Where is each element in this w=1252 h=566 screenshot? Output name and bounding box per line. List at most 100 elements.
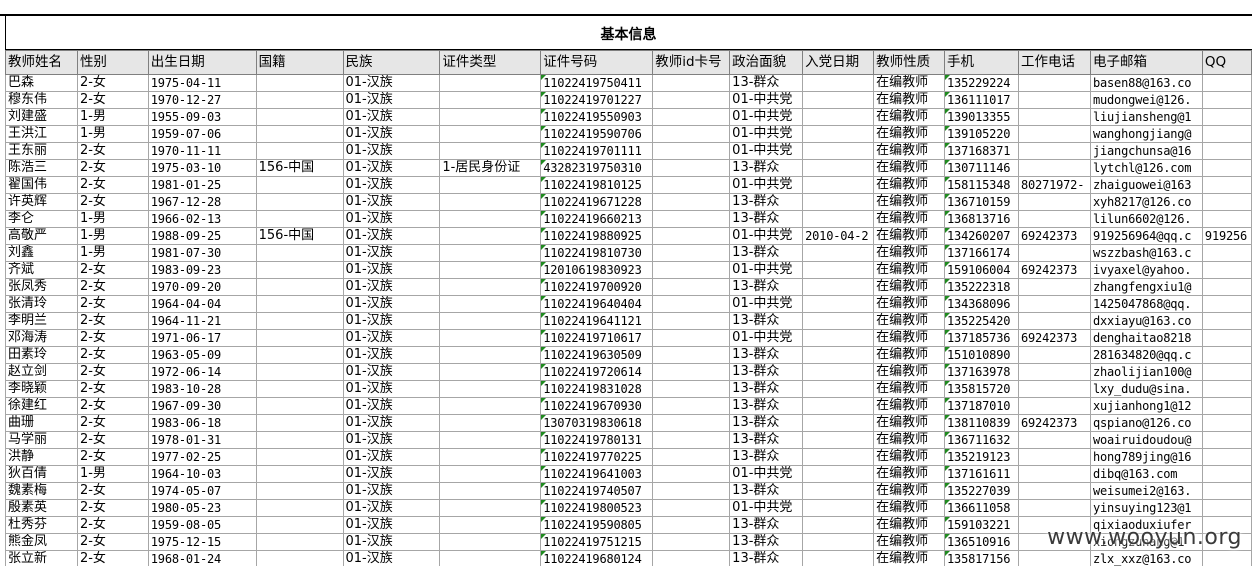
party-join-date-cell[interactable] xyxy=(802,499,875,517)
nationality-cell[interactable] xyxy=(255,91,344,109)
work-phone-cell[interactable] xyxy=(1018,159,1091,177)
header-nationality[interactable]: 国籍 xyxy=(255,50,344,75)
gender-cell[interactable]: 1-男 xyxy=(76,210,149,228)
nationality-cell[interactable] xyxy=(255,397,344,415)
gender-cell[interactable]: 2-女 xyxy=(76,516,149,534)
mobile-cell[interactable]: 136111017 xyxy=(944,91,1019,109)
qq-cell[interactable] xyxy=(1201,91,1252,109)
teacher-id-card-cell[interactable] xyxy=(652,533,731,551)
id-number-cell[interactable]: 11022419831028 xyxy=(540,380,654,398)
nationality-cell[interactable] xyxy=(255,363,344,381)
teacher-name-cell[interactable]: 翟国伟 xyxy=(5,176,78,194)
header-id-number[interactable]: 证件号码 xyxy=(540,50,654,75)
work-phone-cell[interactable]: 69242373 xyxy=(1018,261,1091,279)
id-number-cell[interactable]: 43282319750310 xyxy=(540,159,654,177)
teacher-id-card-cell[interactable] xyxy=(652,108,731,126)
nationality-cell[interactable] xyxy=(255,346,344,364)
teacher-name-cell[interactable]: 李明兰 xyxy=(5,312,78,330)
teacher-type-cell[interactable]: 在编教师 xyxy=(873,397,946,415)
id-type-cell[interactable] xyxy=(439,142,542,160)
id-type-cell[interactable] xyxy=(439,550,542,566)
ethnicity-cell[interactable]: 01-汉族 xyxy=(342,465,441,483)
nationality-cell[interactable] xyxy=(255,278,344,296)
teacher-id-card-cell[interactable] xyxy=(652,176,731,194)
teacher-type-cell[interactable]: 在编教师 xyxy=(873,295,946,313)
ethnicity-cell[interactable]: 01-汉族 xyxy=(342,125,441,143)
work-phone-cell[interactable] xyxy=(1018,312,1091,330)
email-cell[interactable]: zhaolijian100@ xyxy=(1089,363,1203,381)
work-phone-cell[interactable]: 69242373 xyxy=(1018,414,1091,432)
id-number-cell[interactable]: 11022419630509 xyxy=(540,346,654,364)
mobile-cell[interactable]: 136711632 xyxy=(944,431,1019,449)
nationality-cell[interactable] xyxy=(255,499,344,517)
email-cell[interactable]: wszzbash@163.c xyxy=(1089,244,1203,262)
gender-cell[interactable]: 2-女 xyxy=(76,482,149,500)
work-phone-cell[interactable] xyxy=(1018,448,1091,466)
birth-date-cell[interactable]: 1966-02-13 xyxy=(147,210,257,228)
email-cell[interactable]: jiangchunsa@16 xyxy=(1089,142,1203,160)
nationality-cell[interactable] xyxy=(255,516,344,534)
mobile-cell[interactable]: 135227039 xyxy=(944,482,1019,500)
ethnicity-cell[interactable]: 01-汉族 xyxy=(342,261,441,279)
teacher-name-cell[interactable]: 赵立剑 xyxy=(5,363,78,381)
ethnicity-cell[interactable]: 01-汉族 xyxy=(342,278,441,296)
ethnicity-cell[interactable]: 01-汉族 xyxy=(342,295,441,313)
mobile-cell[interactable]: 136611058 xyxy=(944,499,1019,517)
qq-cell[interactable] xyxy=(1201,74,1252,92)
political-status-cell[interactable]: 13-群众 xyxy=(729,244,804,262)
teacher-id-card-cell[interactable] xyxy=(652,397,731,415)
email-cell[interactable]: ivyaxel@yahoo. xyxy=(1089,261,1203,279)
id-type-cell[interactable] xyxy=(439,346,542,364)
party-join-date-cell[interactable] xyxy=(802,482,875,500)
party-join-date-cell[interactable] xyxy=(802,244,875,262)
teacher-id-card-cell[interactable] xyxy=(652,261,731,279)
qq-cell[interactable] xyxy=(1201,329,1252,347)
qq-cell[interactable] xyxy=(1201,550,1252,566)
political-status-cell[interactable]: 01-中共党 xyxy=(729,91,804,109)
id-type-cell[interactable] xyxy=(439,414,542,432)
work-phone-cell[interactable] xyxy=(1018,482,1091,500)
merged-title-cell[interactable]: 基本信息 xyxy=(5,16,1252,50)
id-number-cell[interactable]: 11022419590805 xyxy=(540,516,654,534)
email-cell[interactable]: xyh8217@126.co xyxy=(1089,193,1203,211)
birth-date-cell[interactable]: 1968-01-24 xyxy=(147,550,257,566)
political-status-cell[interactable]: 13-群众 xyxy=(729,210,804,228)
id-type-cell[interactable] xyxy=(439,193,542,211)
mobile-cell[interactable]: 135219123 xyxy=(944,448,1019,466)
email-cell[interactable]: hong789jing@16 xyxy=(1089,448,1203,466)
teacher-type-cell[interactable]: 在编教师 xyxy=(873,516,946,534)
id-number-cell[interactable]: 11022419810730 xyxy=(540,244,654,262)
ethnicity-cell[interactable]: 01-汉族 xyxy=(342,91,441,109)
qq-cell[interactable] xyxy=(1201,380,1252,398)
qq-cell[interactable] xyxy=(1201,159,1252,177)
party-join-date-cell[interactable] xyxy=(802,380,875,398)
nationality-cell[interactable] xyxy=(255,142,344,160)
teacher-id-card-cell[interactable] xyxy=(652,550,731,566)
mobile-cell[interactable]: 130711146 xyxy=(944,159,1019,177)
work-phone-cell[interactable] xyxy=(1018,210,1091,228)
id-type-cell[interactable] xyxy=(439,363,542,381)
political-status-cell[interactable]: 01-中共党 xyxy=(729,329,804,347)
qq-cell[interactable]: 919256 xyxy=(1201,227,1252,245)
ethnicity-cell[interactable]: 01-汉族 xyxy=(342,516,441,534)
header-work-phone[interactable]: 工作电话 xyxy=(1018,50,1091,75)
political-status-cell[interactable]: 13-群众 xyxy=(729,380,804,398)
nationality-cell[interactable] xyxy=(255,108,344,126)
id-number-cell[interactable]: 12010619830923 xyxy=(540,261,654,279)
email-cell[interactable]: 1425047868@qq. xyxy=(1089,295,1203,313)
political-status-cell[interactable]: 13-群众 xyxy=(729,312,804,330)
teacher-type-cell[interactable]: 在编教师 xyxy=(873,363,946,381)
birth-date-cell[interactable]: 1967-09-30 xyxy=(147,397,257,415)
teacher-id-card-cell[interactable] xyxy=(652,431,731,449)
ethnicity-cell[interactable]: 01-汉族 xyxy=(342,431,441,449)
gender-cell[interactable]: 2-女 xyxy=(76,397,149,415)
id-type-cell[interactable] xyxy=(439,533,542,551)
gender-cell[interactable]: 1-男 xyxy=(76,125,149,143)
mobile-cell[interactable]: 135225420 xyxy=(944,312,1019,330)
id-type-cell[interactable] xyxy=(439,74,542,92)
mobile-cell[interactable]: 135817156 xyxy=(944,550,1019,566)
political-status-cell[interactable]: 01-中共党 xyxy=(729,176,804,194)
work-phone-cell[interactable] xyxy=(1018,465,1091,483)
political-status-cell[interactable]: 01-中共党 xyxy=(729,227,804,245)
political-status-cell[interactable]: 13-群众 xyxy=(729,482,804,500)
